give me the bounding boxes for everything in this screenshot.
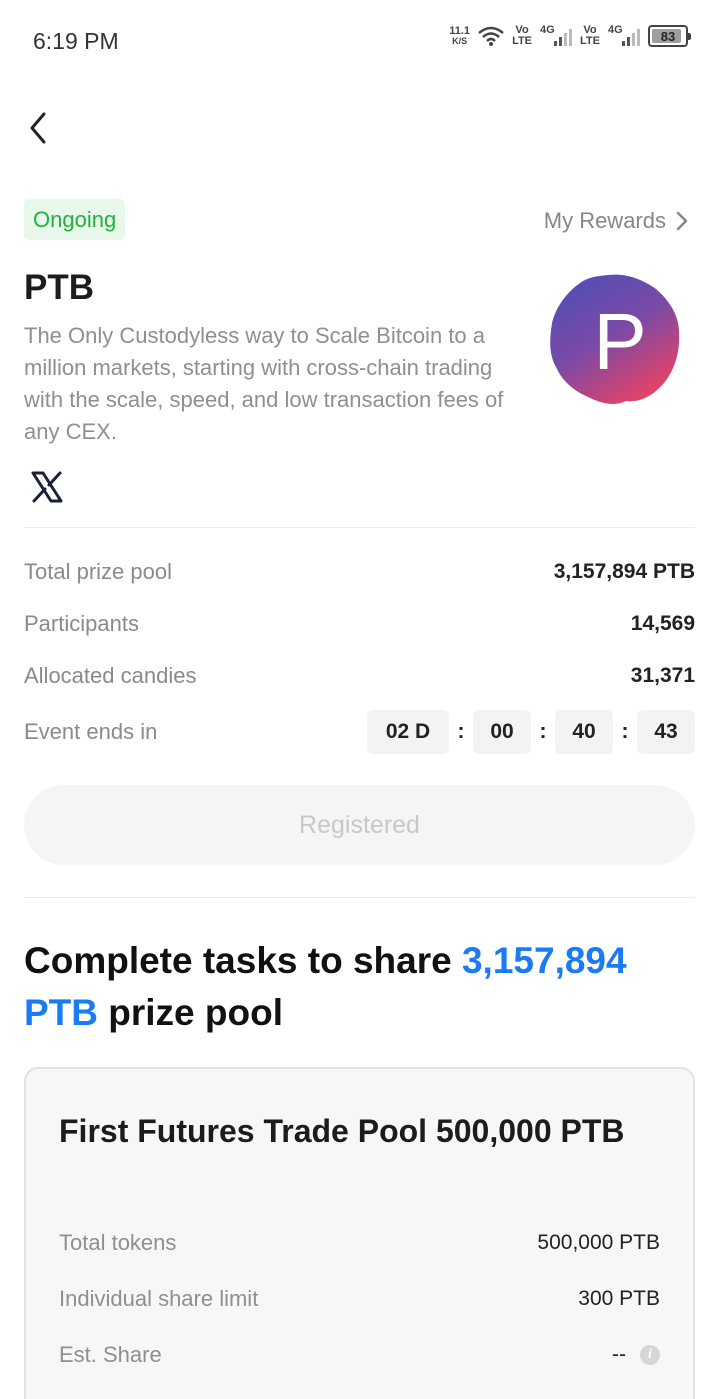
chevron-right-icon [676, 211, 688, 231]
task-row-total-tokens: Total tokens 500,000 PTB [59, 1225, 660, 1261]
task-value: -- [612, 1343, 626, 1366]
volte-2-bottom: LTE [580, 35, 600, 47]
stat-event-ends: Event ends in 02 D : 00 : 40 : 43 [24, 710, 695, 754]
battery-level: 83 [660, 28, 676, 44]
volte-1-bottom: LTE [512, 35, 533, 47]
countdown-separator: : [457, 720, 465, 743]
status-time: 6:19 PM [33, 28, 119, 54]
my-rewards-link[interactable]: My Rewards [544, 208, 688, 234]
stat-total-prize-pool: Total prize pool 3,157,894 PTB [24, 552, 695, 592]
headline-amount: 3,157,894 [461, 940, 627, 981]
task-value: 500,000 PTB [537, 1231, 660, 1254]
countdown-timer: 02 D : 00 : 40 : 43 [367, 710, 695, 754]
stat-allocated-candies: Allocated candies 31,371 [24, 656, 695, 696]
countdown-separator: : [539, 720, 547, 743]
battery-icon: 83 [648, 25, 691, 47]
divider [24, 897, 695, 898]
logo-letter: P [593, 297, 646, 386]
project-description: The Only Custodyless way to Scale Bitcoi… [24, 323, 504, 444]
task-card-title: First Futures Trade Pool 500,000 PTB [59, 1113, 625, 1149]
task-value-wrap: -- i [612, 1343, 660, 1367]
network-speed: 11.1 K/S [449, 25, 471, 47]
x-social-link[interactable] [30, 470, 64, 504]
stat-value: 3,157,894 PTB [553, 560, 695, 583]
signal-icon-2: 4G [608, 24, 640, 46]
countdown-seconds: 43 [637, 710, 695, 754]
stat-label: Allocated candies [24, 663, 197, 688]
stat-value: 14,569 [630, 612, 695, 635]
task-card: First Futures Trade Pool 500,000 PTB Tot… [24, 1067, 695, 1399]
my-rewards-label: My Rewards [543, 208, 666, 233]
project-title: PTB [24, 268, 94, 307]
stat-participants: Participants 14,569 [24, 604, 695, 644]
countdown-minutes: 40 [555, 710, 613, 754]
task-label: Individual share limit [59, 1286, 259, 1311]
volte-indicator-1: Vo LTE [512, 25, 532, 47]
task-value: 300 PTB [578, 1287, 660, 1310]
status-badge: Ongoing [24, 199, 126, 240]
signal-1-label: 4G [540, 24, 555, 36]
task-row-share-limit: Individual share limit 300 PTB [59, 1281, 660, 1317]
volte-indicator-2: Vo LTE [580, 25, 600, 47]
tasks-headline: Complete tasks to share 3,157,894 PTB pr… [24, 935, 684, 1039]
wifi-icon [478, 26, 504, 46]
headline-prefix: Complete tasks to share [24, 940, 462, 981]
status-bar: 6:19 PM 11.1 K/S Vo LTE 4G Vo LTE 4G 83 [0, 0, 708, 80]
x-logo-icon [31, 471, 63, 503]
headline-unit: PTB [24, 992, 98, 1033]
project-logo: P [550, 274, 680, 404]
countdown-separator: : [621, 720, 629, 743]
info-icon[interactable]: i [640, 1345, 660, 1365]
stat-label: Event ends in [24, 719, 158, 744]
registered-button[interactable]: Registered [24, 785, 695, 865]
status-icons: 11.1 K/S Vo LTE 4G Vo LTE 4G 83 [449, 24, 691, 47]
divider [24, 527, 695, 528]
headline-suffix: prize pool [98, 992, 283, 1033]
task-label: Est. Share [59, 1342, 162, 1367]
network-speed-value: 11.1 [449, 25, 471, 37]
back-button[interactable] [26, 108, 66, 148]
stat-label: Total prize pool [24, 559, 172, 584]
task-label: Total tokens [59, 1230, 177, 1255]
countdown-days: 02 D [367, 710, 449, 754]
network-speed-unit: K/S [452, 36, 468, 46]
countdown-hours: 00 [473, 710, 531, 754]
stat-label: Participants [24, 611, 139, 636]
chevron-left-icon [30, 112, 46, 144]
signal-2-label: 4G [608, 24, 623, 36]
stat-value: 31,371 [630, 664, 695, 687]
signal-icon-1: 4G [540, 24, 573, 46]
task-row-est-share: Est. Share -- i [59, 1337, 660, 1373]
